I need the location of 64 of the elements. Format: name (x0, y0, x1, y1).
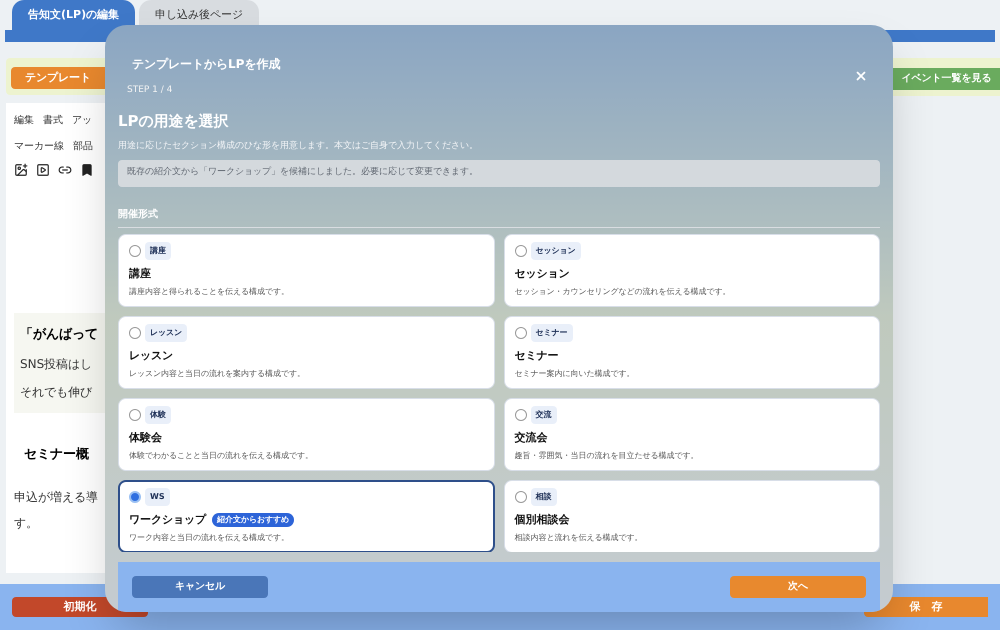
menu-item[interactable]: マーカー線 (14, 138, 64, 154)
menu-item[interactable]: 書式 (43, 112, 63, 128)
radio-button[interactable] (129, 244, 141, 257)
option-card[interactable]: セッション セッション セッション・カウンセリングなどの流れを伝える構成です。 (504, 234, 880, 307)
option-description: 体験でわかることと当日の流れを伝える構成です。 (129, 450, 314, 462)
option-card[interactable]: 体験 体験会 体験でわかることと当日の流れを伝える構成です。 (118, 398, 494, 471)
option-title: ワークショップ (129, 512, 206, 528)
tab[interactable]: 告知文(LP)の編集 (12, 0, 136, 30)
option-title: セミナー (514, 348, 558, 364)
category-tag: 講座 (145, 242, 171, 260)
category-tag: セミナー (530, 324, 572, 342)
option-card[interactable]: レッスン レッスン レッスン内容と当日の流れを案内する構成です。 (118, 316, 494, 389)
radio-button[interactable] (129, 326, 141, 339)
close-icon[interactable] (854, 69, 868, 83)
option-title: レッスン (129, 348, 173, 364)
category-tag: WS (145, 488, 170, 506)
option-title: セッション (514, 266, 570, 282)
option-title: 講座 (129, 266, 151, 282)
radio-button[interactable] (514, 408, 526, 421)
radio-button[interactable] (129, 490, 141, 503)
option-card[interactable]: 相談 個別相談会 相談内容と流れを伝える構成です。 (504, 480, 880, 552)
recommendation-badge: 紹介文からおすすめ (212, 512, 294, 527)
option-description: レッスン内容と当日の流れを案内する構成です。 (129, 368, 306, 380)
video-icon[interactable] (36, 163, 50, 178)
dialog-description: 用途に応じたセクション構成のひな形を用意します。本文はご自身で入力してください。 (118, 140, 479, 153)
cancel-button[interactable]: キャンセル (132, 576, 268, 598)
option-card[interactable]: WS ワークショップ 紹介文からおすすめ ワーク内容と当日の流れを伝える構成です。 (118, 480, 494, 552)
option-description: セミナー案内に向いた構成です。 (514, 368, 636, 380)
quote-heading: 「がんばって (20, 326, 99, 344)
menu-item[interactable]: アッ (72, 112, 92, 128)
option-title: 体験会 (129, 430, 162, 446)
option-description: 趣旨・雰囲気・当日の流れを目立たせる構成です。 (514, 450, 700, 462)
option-description: セッション・カウンセリングなどの流れを伝える構成です。 (514, 286, 732, 298)
quote-text: SNS投稿はし (20, 356, 94, 373)
bookmark-icon[interactable] (80, 163, 94, 178)
body-text: 申込が増える導 (14, 489, 99, 506)
dialog-heading: LPの用途を選択 (118, 110, 230, 132)
dialog-title: テンプレートからLPを作成 (132, 56, 280, 73)
option-title: 交流会 (514, 430, 548, 446)
section-heading: セミナー概 (23, 446, 90, 464)
category-tag: レッスン (145, 324, 187, 342)
radio-button[interactable] (514, 490, 526, 503)
menu-item[interactable]: 編集 (14, 112, 34, 128)
quote-text: それでも伸び (20, 384, 94, 401)
option-card[interactable]: 交流 交流会 趣旨・雰囲気・当日の流れを目立たせる構成です。 (504, 398, 880, 471)
option-title: 個別相談会 (514, 512, 570, 528)
radio-button[interactable] (129, 408, 141, 421)
option-card[interactable]: セミナー セミナー セミナー案内に向いた構成です。 (504, 316, 880, 389)
option-card[interactable]: 講座 講座 講座内容と得られることを伝える構成です。 (118, 234, 494, 307)
category-tag: 交流 (530, 406, 556, 424)
step-indicator: STEP 1 / 4 (126, 84, 174, 97)
radio-button[interactable] (514, 326, 526, 339)
menu-item[interactable]: 部品 (73, 138, 93, 154)
radio-button[interactable] (514, 244, 526, 257)
category-tag: セッション (530, 242, 580, 260)
option-description: 相談内容と流れを伝える構成です。 (514, 532, 644, 544)
option-description: ワーク内容と当日の流れを伝える構成です。 (129, 532, 290, 544)
image-icon[interactable] (14, 163, 28, 178)
option-description: 講座内容と得られることを伝える構成です。 (129, 286, 290, 298)
category-tag: 体験 (145, 406, 171, 424)
section-label: 開催形式 (118, 206, 880, 228)
category-tag: 相談 (530, 488, 556, 506)
notice-box: 既存の紹介文から「ワークショップ」を候補にしました。必要に応じて変更できます。 (118, 160, 880, 187)
body-text: す。 (14, 515, 39, 532)
